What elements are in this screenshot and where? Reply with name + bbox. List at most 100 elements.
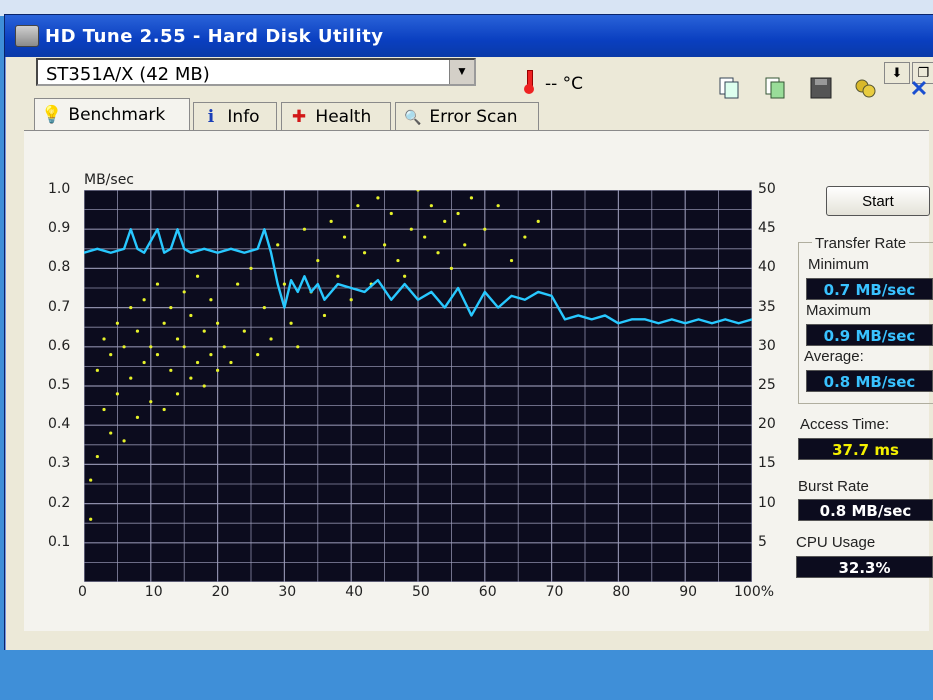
x-tick-label: 90	[679, 584, 698, 600]
copy-info-icon[interactable]	[716, 76, 742, 102]
access-time-point	[483, 227, 487, 231]
x-tick-label: 30	[278, 584, 297, 600]
y-left-tick-label: 0.9	[48, 220, 71, 237]
access-time-point	[383, 243, 387, 247]
access-time-point	[149, 400, 153, 404]
minimum-label: Minimum	[808, 256, 869, 273]
x-tick-label: 100%	[734, 584, 775, 600]
access-time-point	[135, 415, 140, 419]
chevron-down-icon[interactable]: ▼	[449, 60, 474, 84]
access-time-point	[456, 211, 460, 216]
x-tick-label: 10	[144, 584, 163, 600]
y-right-tick-label: 20	[758, 416, 776, 433]
info-icon: i	[207, 107, 215, 127]
tab-benchmark[interactable]: 💡 Benchmark	[34, 98, 190, 134]
tab-info[interactable]: i Info	[193, 102, 277, 132]
start-button[interactable]: Start	[826, 186, 930, 216]
tab-error-scan-label: Error Scan	[429, 107, 518, 127]
x-tick-label: 70	[545, 584, 564, 600]
access-time-point	[269, 337, 273, 341]
access-time-point	[169, 368, 173, 372]
y-right-tick-label: 30	[758, 337, 776, 354]
magnifier-icon: 🔍	[404, 110, 422, 126]
access-time-point	[209, 298, 213, 302]
access-time-point	[302, 227, 307, 231]
y-right-tick-label: 25	[758, 377, 776, 393]
access-time-point	[89, 517, 93, 521]
y-left-tick-label: 0.3	[48, 455, 71, 472]
drive-select-value: ST351A/X (42 MB)	[46, 64, 210, 85]
access-time-point	[496, 204, 500, 208]
access-time-point	[95, 454, 99, 459]
cpu-usage-value: 32.3%	[796, 556, 933, 578]
tab-health-label: Health	[315, 107, 372, 127]
access-time-point	[102, 407, 106, 412]
access-time-point	[175, 392, 180, 396]
transfer-rate-title: Transfer Rate	[812, 235, 910, 252]
access-time-point	[189, 376, 193, 380]
tab-benchmark-label: Benchmark	[68, 105, 166, 125]
access-time-point	[195, 360, 200, 365]
cpu-usage-label: CPU Usage	[796, 534, 876, 551]
access-time-point	[262, 306, 266, 310]
tab-health[interactable]: ✚ Health	[281, 102, 391, 132]
y-left-tick-label: 0.7	[48, 298, 71, 315]
access-time-point	[149, 345, 153, 349]
minimum-value: 0.7 MB/sec	[806, 278, 933, 300]
access-time-point	[142, 360, 146, 365]
drive-select[interactable]: ST351A/X (42 MB) ▼	[36, 58, 476, 86]
access-time-point	[129, 306, 133, 310]
access-time-point	[276, 243, 280, 247]
benchmark-chart	[84, 190, 752, 582]
y-right-tick-label: 5	[758, 533, 767, 550]
access-time-point	[256, 353, 260, 357]
y-right-tick-label: 40	[758, 259, 776, 276]
access-time-point	[342, 235, 347, 239]
y-right-tick-label: 50	[758, 181, 776, 197]
title-bar[interactable]: HD Tune 2.55 - Hard Disk Utility	[5, 15, 933, 57]
access-time-point	[216, 368, 220, 372]
access-time-point	[216, 321, 220, 325]
x-tick-label: 80	[612, 584, 631, 600]
thermometer-icon	[524, 70, 534, 94]
access-time-point	[322, 313, 327, 318]
tab-info-label: Info	[227, 107, 260, 127]
access-time-value: 37.7 ms	[798, 438, 933, 460]
access-time-point	[129, 376, 133, 380]
access-time-point	[282, 282, 286, 286]
access-time-point	[169, 306, 173, 310]
save-icon[interactable]	[808, 76, 834, 102]
y-right-tick-label: 35	[758, 298, 776, 315]
access-time-point	[229, 360, 233, 365]
burst-rate-label: Burst Rate	[798, 478, 869, 495]
access-time-point	[122, 439, 126, 443]
y-right-tick-label: 15	[758, 455, 776, 472]
access-time-point	[195, 274, 200, 278]
access-time-point	[443, 219, 447, 223]
access-time-point	[162, 407, 166, 412]
exit-icon[interactable]: ✕	[906, 76, 932, 102]
access-time-point	[175, 337, 180, 341]
access-time-point	[115, 392, 119, 396]
access-time-point	[135, 329, 140, 333]
access-time-point	[509, 258, 514, 263]
access-time-point	[523, 235, 527, 239]
options-icon[interactable]	[852, 76, 878, 102]
access-time-point	[289, 321, 293, 325]
copy-screenshot-icon[interactable]	[762, 76, 788, 102]
tab-error-scan[interactable]: 🔍 Error Scan	[395, 102, 539, 132]
y-left-tick-label: 0.4	[48, 416, 71, 433]
access-time-point	[249, 266, 253, 270]
access-time-point	[463, 243, 467, 247]
access-time-point	[102, 337, 106, 341]
desktop-bottom	[0, 650, 933, 700]
access-time-point	[336, 274, 340, 278]
maximum-label: Maximum	[806, 302, 872, 319]
access-time-point	[182, 290, 186, 294]
bulb-icon: 💡	[41, 105, 63, 125]
access-time-point	[182, 345, 186, 349]
access-time-point	[296, 345, 300, 349]
access-time-point	[356, 204, 360, 208]
access-time-point	[155, 353, 160, 357]
access-time-point	[396, 258, 400, 263]
